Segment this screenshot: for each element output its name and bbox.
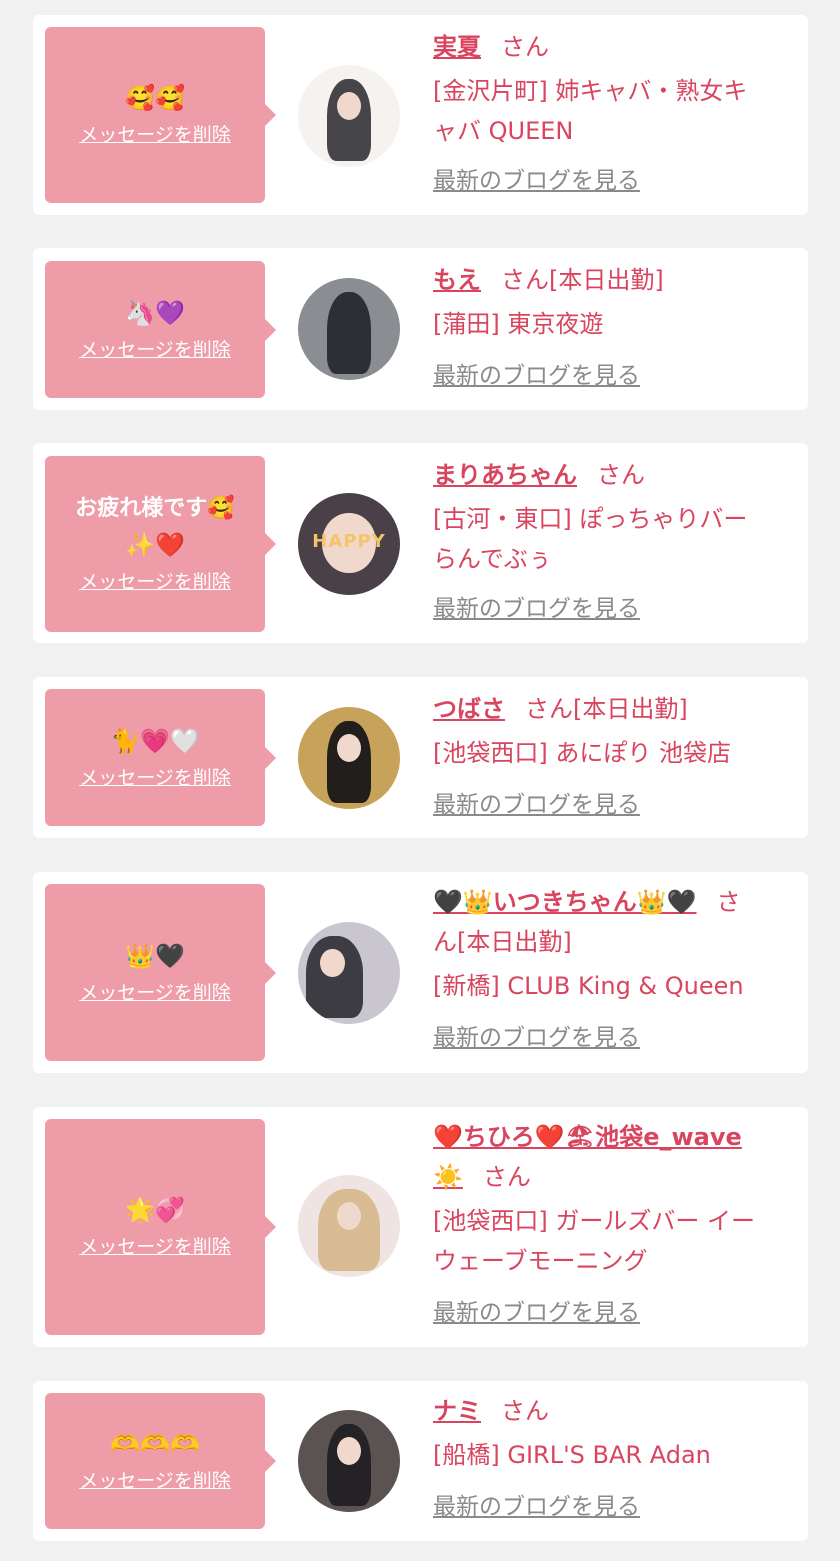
cast-name-link[interactable]: まりあちゃん xyxy=(433,461,577,489)
cast-info: 🖤👑いつきちゃん👑🖤 さ ん[本日出勤] [新橋] CLUB King & Que… xyxy=(433,882,780,1056)
avatar-face-shape xyxy=(336,733,362,763)
message-text: 🌟💞 xyxy=(125,1196,185,1224)
cast-name-link[interactable]: ❤️ちひろ❤️🏖池袋e_wave xyxy=(433,1123,742,1151)
shop-name: [池袋西口] あにぽり 池袋店 xyxy=(433,739,731,767)
working-today-badge: [本日出勤] xyxy=(549,266,664,294)
delete-message-button[interactable]: メッセージを削除 xyxy=(79,1232,231,1262)
delete-message-button[interactable]: メッセージを削除 xyxy=(79,567,231,597)
message-bubble: 🫶🫶🫶 メッセージを削除 xyxy=(45,1393,276,1529)
shop-name-cont: らんでぶぅ xyxy=(433,545,552,573)
delete-message-button[interactable]: メッセージを削除 xyxy=(79,120,231,150)
view-latest-blog-link[interactable]: 最新のブログを見る xyxy=(433,358,640,394)
message-bubble: 🌟💞 メッセージを削除 xyxy=(45,1119,276,1335)
cast-name-link[interactable]: 🖤👑いつきちゃん👑🖤 xyxy=(433,888,697,916)
view-latest-blog-link[interactable]: 最新のブログを見る xyxy=(433,1489,640,1525)
honorific: さん xyxy=(482,1163,531,1191)
avatar-face-shape xyxy=(336,1436,362,1466)
cast-info: ❤️ちひろ❤️🏖池袋e_wave ☀️ さん [池袋西口] ガールズバー イー ウ… xyxy=(433,1117,780,1331)
shop-name: [新橋] CLUB King & Queen xyxy=(433,972,744,1000)
cast-name-link[interactable]: ナミ xyxy=(433,1397,481,1425)
view-latest-blog-link[interactable]: 最新のブログを見る xyxy=(433,591,640,627)
cast-info: つばさ さん[本日出勤] [池袋西口] あにぽり 池袋店 最新のブログを見る xyxy=(433,689,780,823)
avatar-hair-shape xyxy=(326,292,372,374)
message-card: 🌟💞 メッセージを削除 ❤️ちひろ❤️🏖池袋e_wave ☀️ さん [池袋西口]… xyxy=(33,1107,808,1347)
honorific: さん xyxy=(501,1397,549,1425)
avatar[interactable] xyxy=(298,1175,400,1277)
message-card: 🦄💜 メッセージを削除 もえ さん[本日出勤] [蒲田] 東京夜遊 最新のブログを… xyxy=(33,248,808,410)
cast-info: もえ さん[本日出勤] [蒲田] 東京夜遊 最新のブログを見る xyxy=(433,260,780,394)
view-latest-blog-link[interactable]: 最新のブログを見る xyxy=(433,787,640,823)
honorific: さん xyxy=(525,695,573,723)
shop-name: [蒲田] 東京夜遊 xyxy=(433,310,604,338)
shop-name: [古河・東口] ぽっちゃりバー xyxy=(433,505,748,533)
message-bubble: お疲れ様です🥰 ✨❤️ メッセージを削除 xyxy=(45,456,276,632)
cast-name-link-cont[interactable]: ☀️ xyxy=(433,1163,463,1191)
message-card: 🫶🫶🫶 メッセージを削除 ナミ さん [船橋] GIRL'S BAR Adan 最… xyxy=(33,1381,808,1541)
message-bubble: 👑🖤 メッセージを削除 xyxy=(45,884,276,1061)
shop-name: [金沢片町] 姉キャバ・熟女キ xyxy=(433,77,748,105)
avatar[interactable] xyxy=(298,65,400,167)
shop-name-cont: ウェーブモーニング xyxy=(433,1247,648,1275)
avatar[interactable] xyxy=(298,1410,400,1512)
message-text: 👑🖤 xyxy=(125,941,185,970)
view-latest-blog-link[interactable]: 最新のブログを見る xyxy=(433,1295,640,1331)
avatar[interactable] xyxy=(298,707,400,809)
avatar-face-shape xyxy=(336,1201,362,1231)
honorific: さん xyxy=(501,33,549,61)
cast-info: ナミ さん [船橋] GIRL'S BAR Adan 最新のブログを見る xyxy=(433,1391,780,1525)
delete-message-button[interactable]: メッセージを削除 xyxy=(79,335,231,365)
avatar[interactable] xyxy=(298,922,400,1024)
delete-message-button[interactable]: メッセージを削除 xyxy=(79,1466,231,1496)
avatar-happy-sticker: HAPPY xyxy=(312,531,386,552)
message-bubble: 🥰🥰 メッセージを削除 xyxy=(45,27,276,203)
view-latest-blog-link[interactable]: 最新のブログを見る xyxy=(433,163,640,199)
avatar-face-shape xyxy=(320,948,345,978)
working-today-badge: ん[本日出勤] xyxy=(433,928,572,956)
message-text: 🫶🫶🫶 xyxy=(110,1430,200,1458)
view-latest-blog-link[interactable]: 最新のブログを見る xyxy=(433,1020,640,1056)
avatar[interactable] xyxy=(298,278,400,380)
message-text: 🐈💗🤍 xyxy=(110,726,200,755)
shop-name: [船橋] GIRL'S BAR Adan xyxy=(433,1441,711,1469)
cast-info: 実夏 さん [金沢片町] 姉キャバ・熟女キ ャバ QUEEN 最新のブログを見る xyxy=(433,27,780,199)
message-card: 👑🖤 メッセージを削除 🖤👑いつきちゃん👑🖤 さ ん[本日出勤] [新橋] CLU… xyxy=(33,872,808,1073)
working-today-badge: [本日出勤] xyxy=(573,695,688,723)
honorific: さ xyxy=(716,888,741,916)
message-bubble: 🐈💗🤍 メッセージを削除 xyxy=(45,689,276,826)
message-card: お疲れ様です🥰 ✨❤️ メッセージを削除 HAPPY まりあちゃん さん [古河・… xyxy=(33,443,808,643)
message-text-cont: ✨❤️ xyxy=(125,531,185,559)
honorific: さん xyxy=(501,266,549,294)
cast-name-link[interactable]: 実夏 xyxy=(433,33,481,61)
cast-info: まりあちゃん さん [古河・東口] ぽっちゃりバー らんでぶぅ 最新のブログを見る xyxy=(433,455,780,627)
shop-name: [池袋西口] ガールズバー イー xyxy=(433,1207,755,1235)
shop-name-cont: ャバ QUEEN xyxy=(433,117,574,145)
message-text: お疲れ様です🥰 xyxy=(75,496,235,521)
delete-message-button[interactable]: メッセージを削除 xyxy=(79,978,231,1008)
message-text: 🥰🥰 xyxy=(125,84,185,112)
honorific: さん xyxy=(597,461,645,489)
avatar[interactable]: HAPPY xyxy=(298,493,400,595)
message-text: 🦄💜 xyxy=(125,298,185,327)
delete-message-button[interactable]: メッセージを削除 xyxy=(79,763,231,793)
cast-name-link[interactable]: つばさ xyxy=(433,695,505,723)
message-card: 🐈💗🤍 メッセージを削除 つばさ さん[本日出勤] [池袋西口] あにぽり 池袋店… xyxy=(33,677,808,838)
message-card: 🥰🥰 メッセージを削除 実夏 さん [金沢片町] 姉キャバ・熟女キ ャバ QUEE… xyxy=(33,15,808,215)
message-bubble: 🦄💜 メッセージを削除 xyxy=(45,261,276,398)
avatar-face-shape xyxy=(336,91,362,121)
cast-name-link[interactable]: もえ xyxy=(433,266,481,294)
